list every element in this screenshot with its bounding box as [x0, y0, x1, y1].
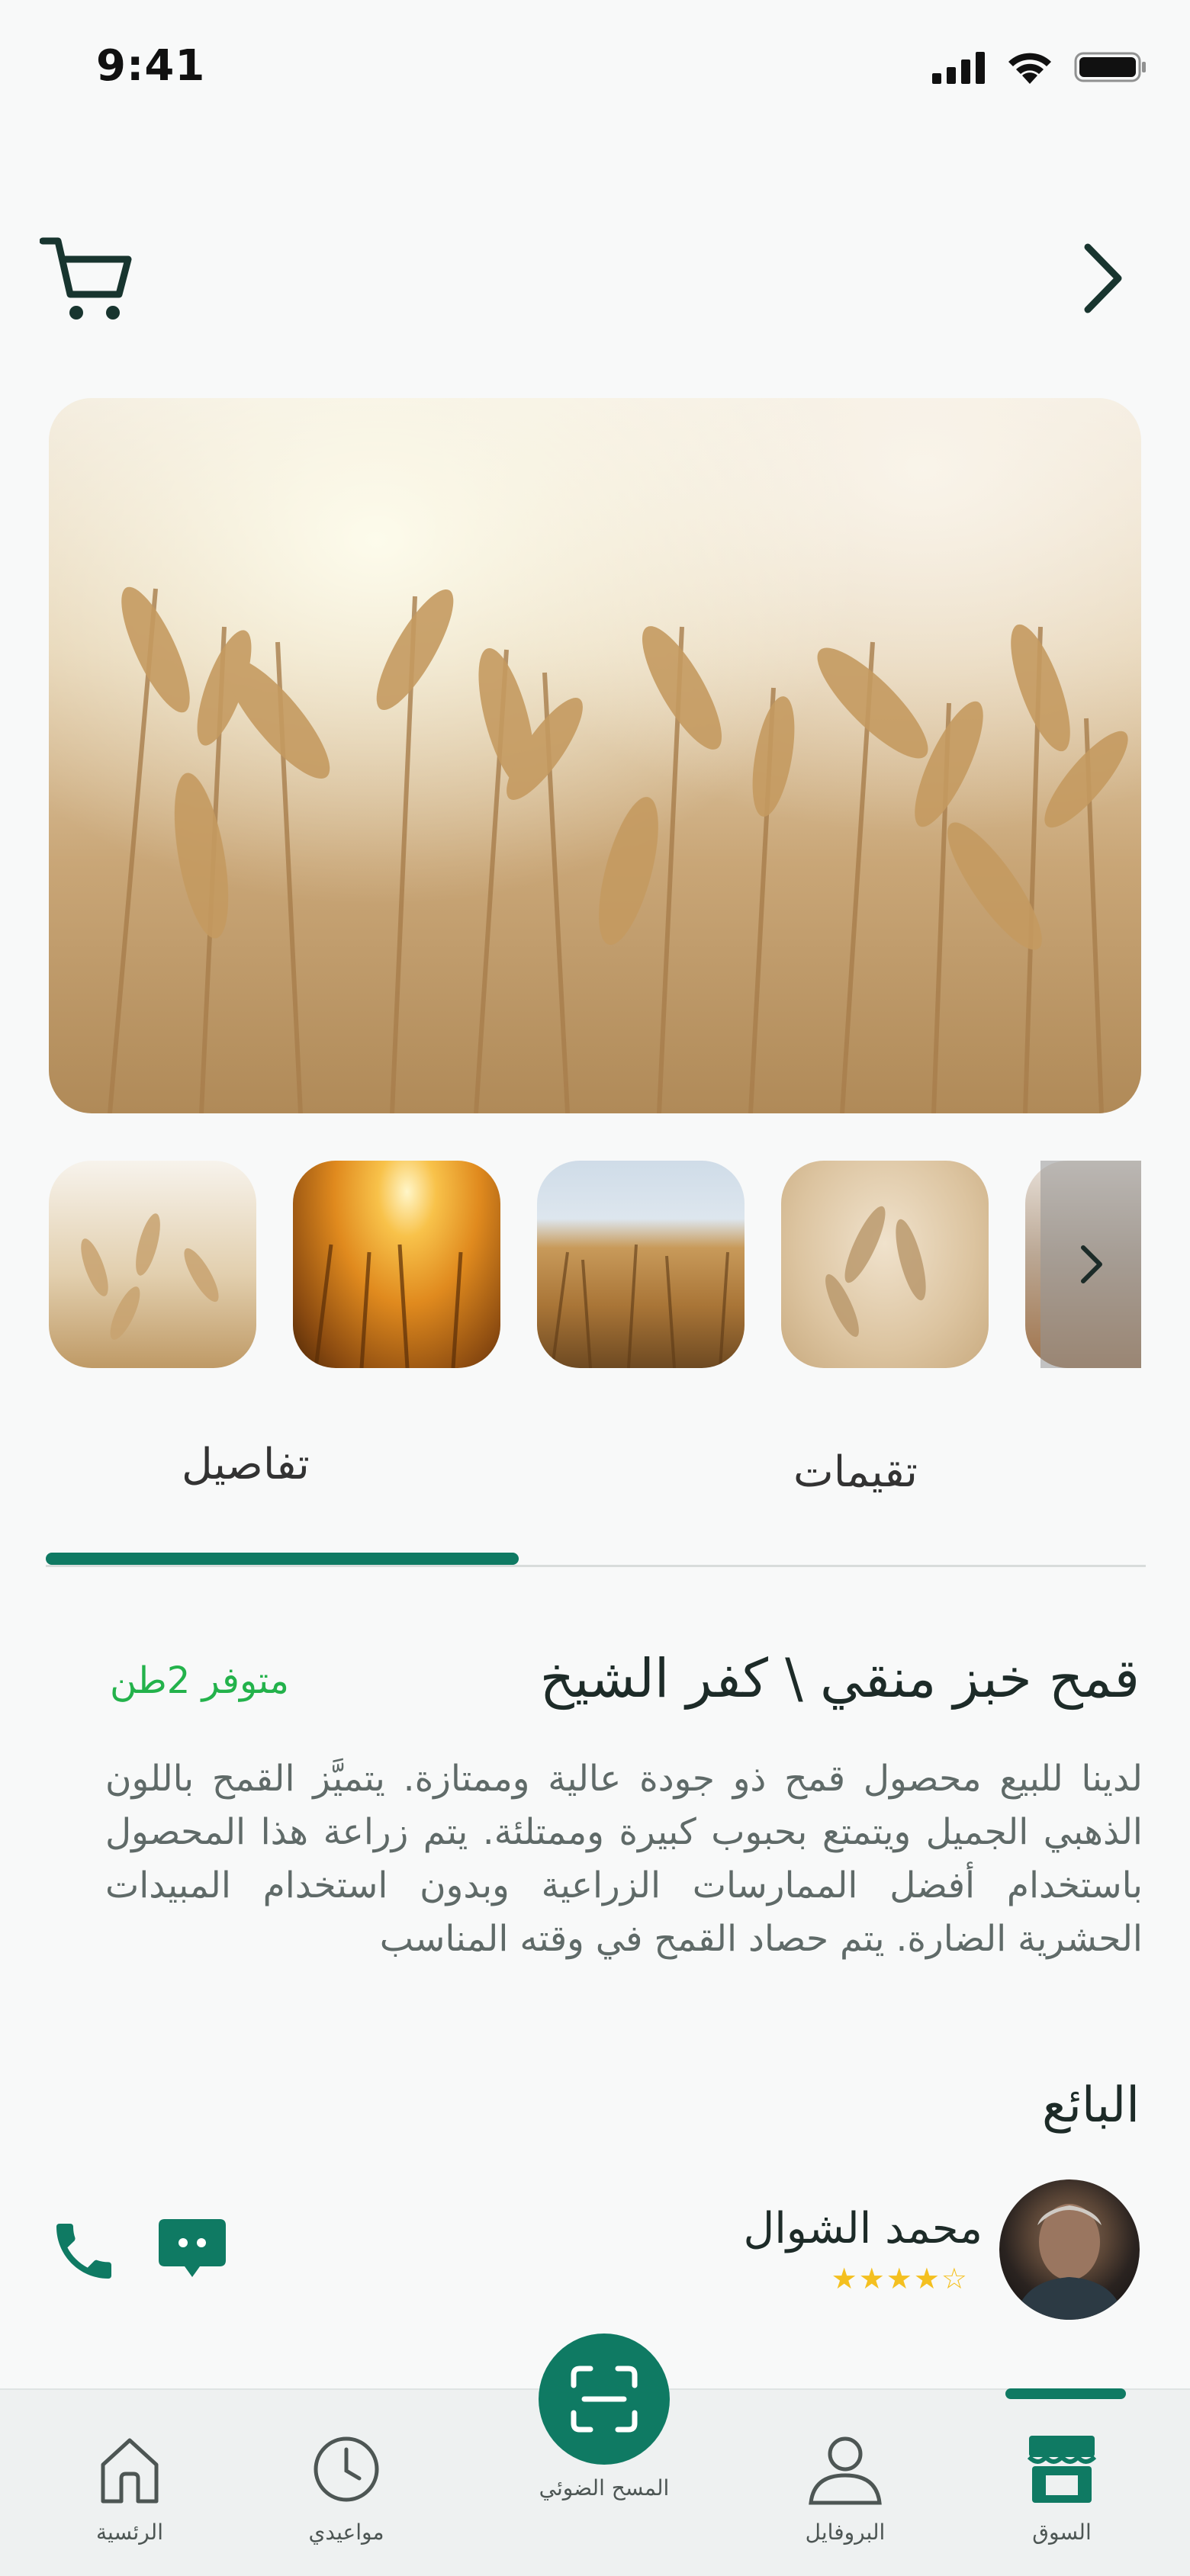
- thumbnail-1[interactable]: [49, 1161, 256, 1368]
- nav-active-indicator: [1005, 2388, 1126, 2399]
- phone-icon[interactable]: [47, 2215, 121, 2288]
- thumbnail-strip: [49, 1161, 1141, 1368]
- status-time: 9:41: [96, 41, 206, 91]
- product-main-image[interactable]: [49, 398, 1141, 1113]
- thumbnails-next-button[interactable]: [1040, 1161, 1141, 1368]
- chat-icon[interactable]: [157, 2216, 227, 2285]
- tab-details[interactable]: تفاصيل: [182, 1440, 310, 1489]
- availability-badge: متوفر 2طن: [110, 1659, 289, 1702]
- tabs-divider: [46, 1565, 1146, 1567]
- tab-ratings[interactable]: تقيمات: [793, 1447, 918, 1497]
- scan-button[interactable]: [539, 2333, 670, 2465]
- clock-icon: [304, 2431, 388, 2507]
- thumbnail-3[interactable]: [537, 1161, 745, 1368]
- product-title: قمح خبز منقي \ كفر الشيخ: [539, 1647, 1140, 1710]
- nav-label-home: الرئسية: [96, 2520, 163, 2545]
- nav-label-market: السوق: [1032, 2520, 1092, 2545]
- nav-label-appointments: مواعيدي: [308, 2520, 384, 2545]
- thumbnail-2[interactable]: [293, 1161, 500, 1368]
- user-icon: [803, 2431, 887, 2507]
- seller-rating-stars: ★★★★☆: [831, 2262, 969, 2295]
- tab-active-indicator: [46, 1553, 519, 1565]
- nav-label-profile: البروفايل: [805, 2520, 886, 2545]
- seller-avatar[interactable]: [999, 2179, 1140, 2320]
- thumbnail-4[interactable]: [781, 1161, 989, 1368]
- back-chevron-icon[interactable]: [1077, 236, 1130, 320]
- seller-name: محمد الشوال: [743, 2204, 983, 2253]
- status-icons: [932, 49, 1147, 85]
- product-description: لدينا للبيع محصول قمح ذو جودة عالية وممت…: [105, 1758, 1143, 1960]
- cart-icon[interactable]: [39, 233, 139, 325]
- seller-heading: البائع: [1042, 2077, 1140, 2134]
- wifi-icon: [1008, 53, 1051, 84]
- nav-label-scan: المسح الضوئي: [539, 2475, 670, 2501]
- chevron-right-icon: [1081, 1245, 1102, 1283]
- scan-icon: [571, 2366, 638, 2433]
- signal-icon: [932, 52, 985, 84]
- home-icon: [88, 2431, 172, 2507]
- store-icon: [1020, 2431, 1104, 2507]
- battery-icon: [1074, 52, 1146, 82]
